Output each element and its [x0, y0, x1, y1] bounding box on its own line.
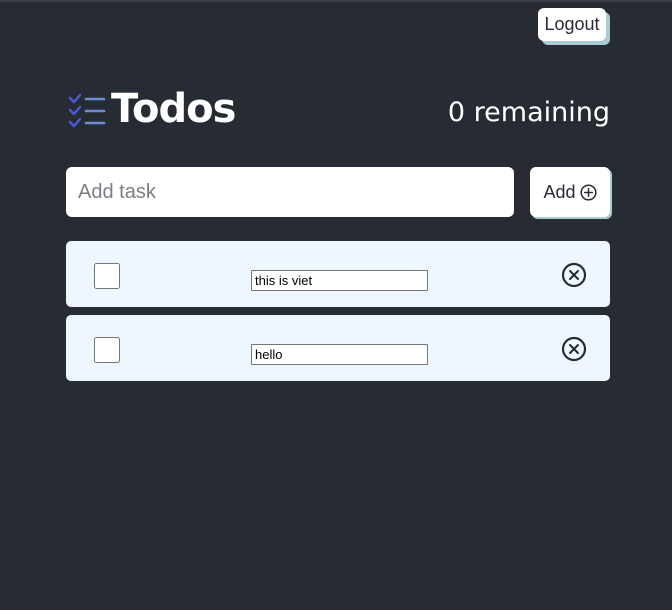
add-button-wrapper: Add [530, 167, 612, 219]
task-list [66, 241, 610, 389]
task-checkbox[interactable] [94, 337, 120, 363]
task-checkbox[interactable] [94, 263, 120, 289]
plus-circle-icon [579, 183, 597, 201]
page-title: Todos [111, 86, 236, 132]
task-item [66, 315, 610, 381]
checklist-icon [68, 93, 106, 128]
add-button-label: Add [543, 181, 576, 202]
logout-button-wrapper: Logout [538, 8, 610, 45]
delete-task-button[interactable] [561, 336, 587, 362]
task-text-field[interactable] [251, 270, 428, 291]
delete-task-button[interactable] [561, 262, 587, 288]
logout-button[interactable]: Logout [538, 8, 606, 41]
task-text-field[interactable] [251, 344, 428, 365]
close-circle-icon [561, 336, 587, 362]
add-task-button[interactable]: Add [530, 167, 610, 217]
task-item [66, 241, 610, 307]
add-task-input[interactable] [66, 167, 514, 217]
app-header: Todos 0 remaining [66, 86, 610, 136]
window-top-border [0, 0, 672, 2]
remaining-count: 0 remaining [447, 97, 610, 128]
close-circle-icon [561, 262, 587, 288]
